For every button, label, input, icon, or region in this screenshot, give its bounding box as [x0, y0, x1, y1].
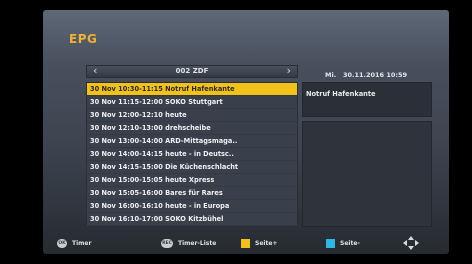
epg-row[interactable]: 30 Nov 16:00-16:10 heute - in Europa [87, 200, 297, 213]
epg-row[interactable]: 30 Nov 14:15-15:00 Die Küchenschlacht [87, 161, 297, 174]
page-minus-label: Seite- [340, 239, 360, 247]
navigation-arrows-icon [403, 236, 419, 250]
page-minus-hint[interactable]: Seite- [326, 237, 360, 249]
yellow-key-icon [241, 238, 250, 248]
page-plus-label: Seite+ [255, 239, 278, 247]
timer-list-hint[interactable]: REC Timer-Liste [161, 237, 216, 249]
event-title-panel: Notruf Hafenkante [302, 82, 432, 117]
epg-row[interactable]: 30 Nov 15:05-16:00 Bares für Rares [87, 187, 297, 200]
timer-list-label: Timer-Liste [178, 239, 217, 247]
timer-label: Timer [72, 239, 92, 247]
epg-row[interactable]: 30 Nov 14:00-14:15 heute - in Deutsc.. [87, 148, 297, 161]
key-hint-bar: OK Timer REC Timer-Liste Seite+ Seite- [43, 234, 449, 254]
channel-selector[interactable]: ‹ 002 ZDF › [86, 64, 298, 78]
page-plus-hint[interactable]: Seite+ [241, 237, 277, 249]
event-description-panel [302, 121, 432, 227]
timer-hint[interactable]: OK Timer [57, 237, 91, 249]
epg-row[interactable]: 30 Nov 11:15-12:00 SOKO Stuttgart [87, 96, 297, 109]
ok-key-icon: OK [57, 238, 67, 248]
epg-row[interactable]: 30 Nov 13:00-14:00 ARD-Mittagsmaga.. [87, 135, 297, 148]
epg-row[interactable]: 30 Nov 15:00-15:05 heute Xpress [87, 174, 297, 187]
epg-row[interactable]: 30 Nov 16:10-17:00 SOKO Kitzbühel [87, 213, 297, 226]
current-datetime: Mi. 30.11.2016 10:59 [325, 71, 408, 79]
epg-row[interactable]: 30 Nov 12:00-12:10 heute [87, 109, 297, 122]
epg-program-list: 30 Nov 10:30-11:15 Notruf Hafenkante 30 … [86, 82, 298, 227]
epg-row[interactable]: 30 Nov 12:10-13:00 drehscheibe [87, 122, 297, 135]
epg-screen: EPG ‹ 002 ZDF › Mi. 30.11.2016 10:59 30 … [43, 10, 449, 254]
rec-key-icon: REC [161, 238, 173, 248]
page-title: EPG [69, 32, 98, 46]
channel-name: 002 ZDF [175, 67, 209, 75]
epg-row-selected[interactable]: 30 Nov 10:30-11:15 Notruf Hafenkante [87, 83, 297, 96]
blue-key-icon [326, 238, 335, 248]
channel-next-icon[interactable]: › [287, 64, 291, 77]
event-title: Notruf Hafenkante [306, 90, 376, 98]
